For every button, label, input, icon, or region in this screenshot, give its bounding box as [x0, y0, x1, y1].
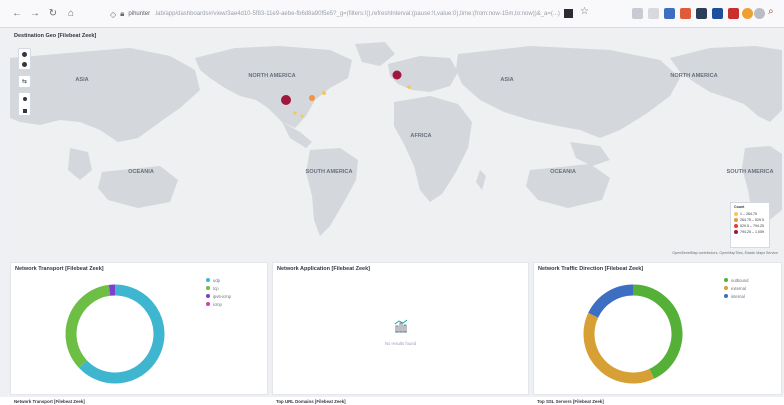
library-icon[interactable] — [648, 8, 659, 19]
legend-item-internal[interactable]: internal — [724, 292, 748, 300]
geo-point-us-central[interactable] — [309, 95, 315, 101]
geo-point-europe-south[interactable] — [407, 85, 411, 89]
label-oceania-left: OCEANIA — [128, 169, 154, 175]
network-transport-panel: Network Transport [Filebeat Zeek] udp tc… — [10, 262, 268, 395]
legend-swatch — [734, 230, 738, 234]
legend-item-external[interactable]: external — [724, 284, 748, 292]
forward-icon[interactable]: → — [28, 7, 42, 21]
lock-icon: 🔒︎ — [120, 9, 125, 18]
legend-swatch — [206, 294, 210, 298]
draw-shape-icon[interactable] — [19, 105, 30, 117]
legend-swatch — [724, 294, 728, 298]
extension-brush-icon[interactable] — [680, 8, 691, 19]
label-asia-right: ASIA — [500, 77, 513, 83]
donut-slice-internal[interactable] — [588, 284, 634, 318]
next-row-panels: Network Transport [Filebeat Zeek] Top UR… — [0, 397, 784, 405]
geo-point-us-east[interactable] — [322, 91, 326, 95]
geo-point-us-south[interactable] — [293, 111, 297, 115]
network-application-panel: Network Application [Filebeat Zeek] No r… — [272, 262, 529, 395]
label-africa: AFRICA — [410, 133, 431, 139]
direction-legend: outbound external internal — [724, 276, 748, 300]
legend-item: 794.25 – 1,059 — [734, 229, 766, 235]
pocket-icon[interactable] — [632, 8, 643, 19]
address-bar[interactable]: ◇ 🔒︎ pihunter .lab/app/dashboards#/view/… — [110, 5, 565, 23]
legend-item-icmp[interactable]: icmp — [206, 300, 231, 308]
transport-legend: udp tcp ipv6-icmp icmp — [206, 276, 231, 308]
shield-icon: ◇ — [110, 9, 117, 19]
label-oceania-right: OCEANIA — [550, 169, 576, 175]
legend-swatch — [734, 212, 738, 216]
reload-icon[interactable]: ↻ — [46, 7, 60, 21]
extension-red-icon[interactable] — [728, 8, 739, 19]
fit-bounds-icon[interactable]: ⇆ — [18, 75, 31, 88]
next-panel-title: Network Transport [Filebeat Zeek] — [14, 399, 85, 404]
direction-panel-title: Network Traffic Direction [Filebeat Zeek… — [538, 266, 644, 272]
donut-slice-external[interactable] — [583, 312, 655, 384]
legend-swatch — [724, 286, 728, 290]
extension-gray-icon[interactable] — [754, 8, 765, 19]
geo-point-us-west[interactable] — [281, 95, 291, 105]
url-path: .lab/app/dashboards#/view/3ae4d10-5f83-1… — [154, 11, 560, 17]
label-south-america: SOUTH AMERICA — [305, 169, 352, 175]
legend-swatch — [734, 224, 738, 228]
legend-item-ipv6-icmp[interactable]: ipv6-icmp — [206, 292, 231, 300]
transport-panel-title: Network Transport [Filebeat Zeek] — [15, 266, 104, 272]
label-south-america-right: SOUTH AMERICA — [726, 169, 773, 175]
browser-toolbar: ← → ↻ ⌂ ◇ 🔒︎ pihunter .lab/app/dashboard… — [0, 0, 784, 28]
destination-geo-panel: ASIA NORTH AMERICA ASIA NORTH AMERICA AF… — [10, 30, 782, 257]
label-north-america: NORTH AMERICA — [248, 73, 295, 79]
direction-donut-chart[interactable] — [573, 274, 693, 394]
bookmark-star-icon[interactable]: ☆ — [580, 6, 589, 17]
zoom-out-icon[interactable] — [19, 59, 30, 69]
extension-orange-icon[interactable] — [742, 8, 753, 19]
label-asia-left: ASIA — [75, 77, 88, 83]
next-panel-title: Top URL Domains [Filebeat Zeek] — [276, 399, 346, 404]
draw-point-icon[interactable] — [19, 93, 30, 105]
draw-tools — [18, 92, 31, 116]
map-legend: Count 1 – 264.75 264.75 – 529.5 529.5 – … — [730, 202, 770, 248]
extension-blue-icon[interactable] — [664, 8, 675, 19]
no-results-text: No results found — [384, 341, 417, 346]
geo-point-europe[interactable] — [392, 70, 402, 80]
label-north-america-right: NORTH AMERICA — [670, 73, 717, 79]
back-icon[interactable]: ← — [10, 7, 24, 21]
legend-item-tcp[interactable]: tcp — [206, 284, 231, 292]
donut-slice-udp[interactable] — [78, 284, 165, 384]
extension-dark-icon[interactable] — [696, 8, 707, 19]
extension-grid-icon[interactable] — [712, 8, 723, 19]
visualize-app-icon — [394, 319, 408, 333]
legend-item-udp[interactable]: udp — [206, 276, 231, 284]
legend-swatch — [734, 218, 738, 222]
legend-swatch — [206, 278, 210, 282]
next-panel-title: Top SSL Servers [Filebeat Zeek] — [537, 399, 604, 404]
map-zoom-controls — [18, 48, 31, 70]
home-icon[interactable]: ⌂ — [64, 7, 78, 21]
legend-item-outbound[interactable]: outbound — [724, 276, 748, 284]
donut-slice-outbound[interactable] — [632, 284, 683, 379]
transport-donut-chart[interactable] — [55, 274, 175, 394]
qr-icon[interactable] — [564, 9, 573, 18]
zoom-in-icon[interactable] — [19, 49, 30, 59]
world-map[interactable]: ASIA NORTH AMERICA ASIA NORTH AMERICA AF… — [10, 30, 782, 257]
network-direction-panel: Network Traffic Direction [Filebeat Zeek… — [533, 262, 782, 395]
legend-swatch — [724, 278, 728, 282]
menu-icon[interactable]: ⌕ — [768, 6, 774, 17]
application-panel-title: Network Application [Filebeat Zeek] — [277, 266, 371, 272]
map-panel-title: Destination Geo [Filebeat Zeek] — [14, 33, 97, 39]
geo-point-mexico[interactable] — [300, 114, 304, 118]
legend-swatch — [206, 302, 210, 306]
map-attribution[interactable]: OpenStreetMap contributors, OpenMapTiles… — [672, 251, 778, 255]
donut-slice-tcp[interactable] — [65, 284, 111, 368]
legend-swatch — [206, 286, 210, 290]
url-host: pihunter — [128, 11, 151, 17]
